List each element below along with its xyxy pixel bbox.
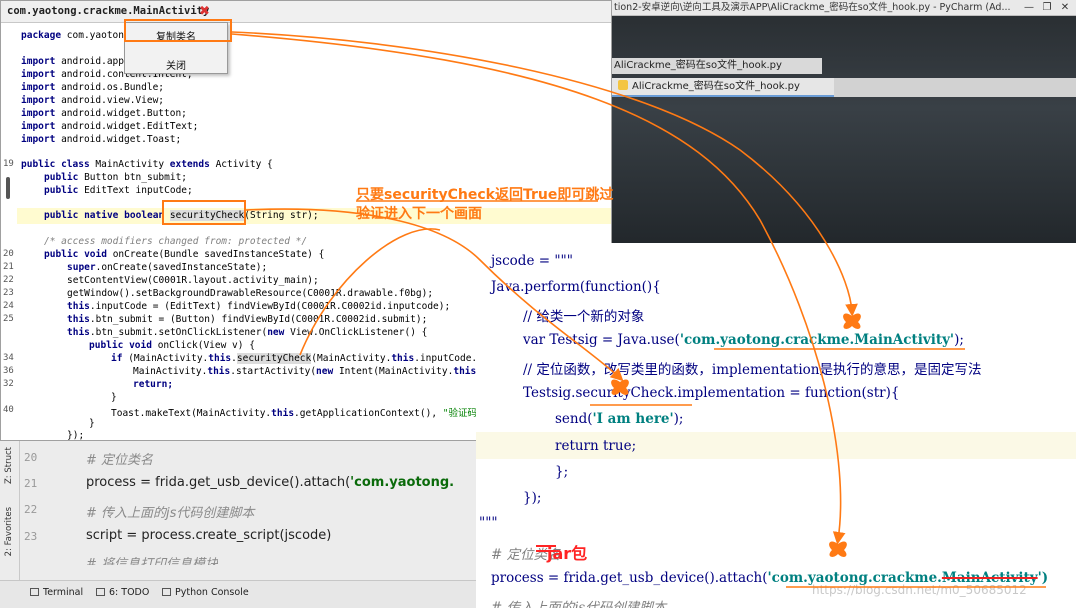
line-number: 22 <box>3 275 14 285</box>
annotation-note-line2: 验证进入下一个画面 <box>356 206 482 222</box>
annotation-jar: jar包 <box>547 544 588 563</box>
code-line: this.btn_submit.setOnClickListener(new V… <box>67 327 428 338</box>
highlight-box-copy-class <box>124 19 232 42</box>
code-text: process = frida.get_usb_device().attach( <box>86 475 351 490</box>
code-line: import android.view.View; <box>21 95 165 106</box>
code-line: // 定位函数，改写类里的函数，implementation是执行的意思，是固定… <box>523 362 982 378</box>
code-comment: # 传入上面的js代码创建脚本 <box>491 600 667 608</box>
code-line: }); <box>523 490 542 506</box>
menu-item-close[interactable]: 关闭 <box>125 57 227 72</box>
minimize-button[interactable]: — <box>1020 1 1038 14</box>
line-number: 40 <box>3 405 14 415</box>
code-line: script = process.create_script(jscode) <box>86 528 332 543</box>
python-console-tool-button[interactable]: Python Console <box>162 587 249 598</box>
code-line: var Testsig = Java.use('com.yaotong.crac… <box>523 332 964 348</box>
line-number: 21 <box>3 262 14 272</box>
scroll-marker <box>6 177 10 199</box>
close-window-button[interactable]: ✕ <box>1056 1 1074 14</box>
code-line: super.onCreate(savedInstanceState); <box>67 262 268 273</box>
tool-window-strip: Z: Struct 2: Favorites <box>0 441 20 580</box>
code-line: this.inputCode = (EditText) findViewById… <box>67 301 451 312</box>
code-line: return; <box>133 379 174 390</box>
todo-icon <box>96 588 105 596</box>
code-line: import android.app.A <box>21 56 136 67</box>
code-line: """ <box>479 515 498 531</box>
close-tab-icon[interactable]: ✖ <box>199 4 210 19</box>
terminal-label: Terminal <box>43 587 84 598</box>
jadx-tab-bar: com.yaotong.crackme.MainActivity ✖ <box>1 1 611 23</box>
annotation-note-line1: 只要securityCheck返回True即可跳过 <box>356 187 614 203</box>
code-line: } <box>111 392 117 403</box>
code-line: setContentView(C0001R.layout.activity_ma… <box>67 275 319 286</box>
code-comment: # 定位类名 <box>86 453 154 468</box>
highlight-box-security-check <box>162 200 246 225</box>
code-comment: /* access modifiers changed from: protec… <box>44 236 308 247</box>
line-number: 20 <box>24 451 38 464</box>
bottom-tool-bar: Terminal 6: TODO Python Console <box>0 580 476 608</box>
jadx-tab-title[interactable]: com.yaotong.crackme.MainActivity <box>7 5 209 17</box>
window-title-bar: tion2-安卓逆向\逆向工具及演示APP\AliCrackme_密码在so文件… <box>612 0 1076 16</box>
watermark: https://blog.csdn.net/m0_50685012 <box>812 583 1027 597</box>
tab-strip-filler <box>834 78 1076 97</box>
todo-label: 6: TODO <box>109 587 150 598</box>
todo-tool-button[interactable]: 6: TODO <box>96 587 149 598</box>
terminal-icon <box>30 588 39 596</box>
code-line: import android.widget.Button; <box>21 108 187 119</box>
code-string: 'com.yaotong. <box>350 475 455 490</box>
python-console-icon <box>162 588 171 596</box>
code-line: public EditText inputCode; <box>44 185 193 196</box>
code-line: }; <box>555 464 569 480</box>
code-line: } <box>89 418 95 429</box>
code-line: import android.widget.EditText; <box>21 121 199 132</box>
code-line: }); <box>67 430 85 441</box>
code-line: // 给类一个新的对象 <box>523 309 645 325</box>
line-number: 20 <box>3 249 14 259</box>
line-number: 34 <box>3 353 14 363</box>
python-console-label: Python Console <box>175 587 249 598</box>
line-number: 23 <box>3 288 14 298</box>
structure-tool-button[interactable]: Z: Struct <box>4 447 14 484</box>
code-line: if (MainActivity.this.securityCheck(Main… <box>111 353 489 364</box>
line-number: 21 <box>24 477 38 490</box>
line-number: 32 <box>3 379 14 389</box>
line-number: 25 <box>3 314 14 324</box>
background-desktop <box>612 16 1076 246</box>
line-number: 23 <box>24 530 38 543</box>
code-line: Java.perform(function(){ <box>491 279 661 295</box>
code-line: public Button btn_submit; <box>44 172 188 183</box>
code-line: send('I am here'); <box>555 411 684 427</box>
window-title: tion2-安卓逆向\逆向工具及演示APP\AliCrackme_密码在so文件… <box>614 2 1011 13</box>
editor-tab-label: AliCrackme_密码在so文件_hook.py <box>632 81 800 92</box>
code-line: getWindow().setBackgroundDrawableResourc… <box>67 288 434 299</box>
line-number: 24 <box>3 301 14 311</box>
code-comment: # 传入上面的js代码创建脚本 <box>86 506 255 521</box>
line-number: 19 <box>3 159 14 169</box>
code-line: import android.widget.Toast; <box>21 134 182 145</box>
code-line: MainActivity.this.startActivity(new Inte… <box>133 366 482 377</box>
code-line: import android.os.Bundle; <box>21 82 165 93</box>
code-line: public void onCreate(Bundle savedInstanc… <box>44 249 325 260</box>
code-line: public void onClick(View v) { <box>89 340 255 351</box>
code-line: jscode = """ <box>491 253 573 269</box>
code-line: this.btn_submit = (Button) findViewById(… <box>67 314 428 325</box>
editor-tab-inactive[interactable]: AliCrackme_密码在so文件_hook.py <box>612 58 822 74</box>
favorites-tool-button[interactable]: 2: Favorites <box>4 507 14 556</box>
security-check-call[interactable]: securityCheck <box>236 353 312 364</box>
line-number: 22 <box>24 503 38 516</box>
restore-button[interactable]: ❐ <box>1038 1 1056 14</box>
code-line: Toast.makeText(MainActivity.this.getAppl… <box>111 408 487 419</box>
code-line: process = frida.get_usb_device().attach(… <box>86 475 454 490</box>
python-file-icon <box>618 80 628 90</box>
code-line: return true; <box>555 438 637 454</box>
code-line: public class MainActivity extends Activi… <box>21 159 273 170</box>
code-line: Testsig.securityCheck.implementation = f… <box>523 385 900 401</box>
code-line: package com.yaotong. <box>21 30 136 41</box>
code-comment: # 将信息打印信息模块 <box>86 557 219 565</box>
terminal-tool-button[interactable]: Terminal <box>30 587 83 598</box>
line-number: 36 <box>3 366 14 376</box>
editor-tab-active[interactable]: AliCrackme_密码在so文件_hook.py <box>612 78 834 97</box>
